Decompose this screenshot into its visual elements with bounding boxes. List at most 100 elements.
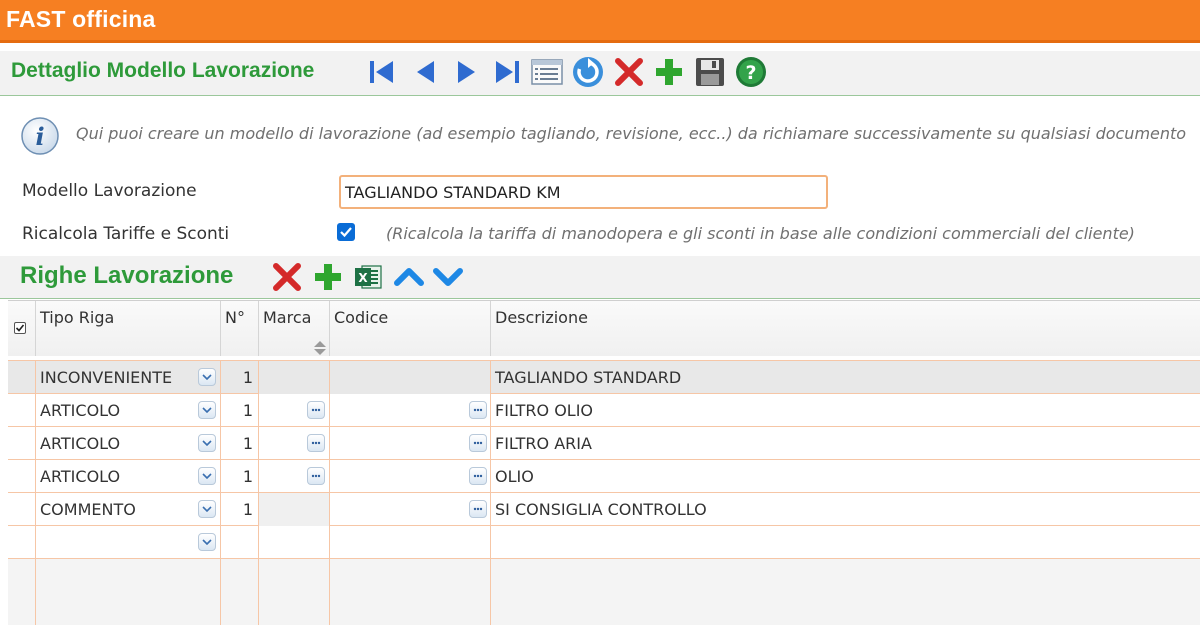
codice-cell — [330, 361, 491, 394]
tipo-cell[interactable]: ARTICOLO — [36, 460, 221, 493]
empty-cell — [8, 559, 36, 592]
select-all-column — [8, 301, 36, 357]
tipo-dropdown-icon[interactable] — [198, 401, 216, 419]
col-header-marca-label: Marca — [263, 308, 312, 327]
tipo-cell[interactable]: INCONVENIENTE — [36, 361, 221, 394]
list-icon[interactable] — [530, 55, 564, 89]
delete-row-icon[interactable] — [270, 260, 304, 294]
col-header-numero[interactable]: N° — [221, 301, 259, 357]
next-record-icon[interactable] — [449, 55, 483, 89]
codice-cell[interactable] — [330, 493, 491, 526]
empty-cell — [330, 559, 491, 592]
move-down-icon[interactable] — [431, 260, 465, 294]
svg-text:X: X — [358, 271, 368, 285]
table-row-new[interactable] — [8, 526, 1200, 559]
codice-lookup-icon[interactable] — [469, 467, 487, 485]
marca-cell — [259, 361, 330, 394]
app-header-bar: FAST officina — [0, 0, 1200, 43]
row-selector[interactable] — [8, 493, 36, 526]
row-selector[interactable] — [8, 526, 36, 559]
tipo-cell[interactable]: ARTICOLO — [36, 427, 221, 460]
refresh-icon[interactable] — [571, 55, 605, 89]
excel-icon[interactable]: X — [351, 260, 385, 294]
help-icon[interactable]: ? — [734, 55, 768, 89]
select-all-checkbox[interactable] — [14, 322, 26, 334]
table-row[interactable]: INCONVENIENTE 1 TAGLIANDO STANDARD — [8, 361, 1200, 394]
tipo-value: INCONVENIENTE — [40, 368, 173, 387]
info-icon: i — [20, 116, 60, 156]
ricalcola-note: (Ricalcola la tariffa di manodopera e gl… — [386, 224, 1135, 243]
table-row[interactable]: ARTICOLO 1 OLIO — [8, 460, 1200, 493]
col-header-tipo[interactable]: Tipo Riga — [36, 301, 221, 357]
tipo-dropdown-icon[interactable] — [198, 434, 216, 452]
codice-lookup-icon[interactable] — [469, 500, 487, 518]
last-record-icon[interactable] — [490, 55, 524, 89]
numero-cell[interactable]: 1 — [221, 460, 259, 493]
add-row-icon[interactable] — [311, 260, 345, 294]
codice-lookup-icon[interactable] — [469, 434, 487, 452]
tipo-value: ARTICOLO — [40, 434, 121, 453]
marca-lookup-icon[interactable] — [307, 401, 325, 419]
row-selector[interactable] — [8, 394, 36, 427]
col-header-codice[interactable]: Codice — [330, 301, 491, 357]
descrizione-cell[interactable]: FILTRO ARIA — [491, 427, 1200, 460]
numero-cell[interactable]: 1 — [221, 361, 259, 394]
col-header-descrizione[interactable]: Descrizione — [491, 301, 1200, 357]
previous-record-icon[interactable] — [408, 55, 442, 89]
descrizione-cell[interactable]: OLIO — [491, 460, 1200, 493]
numero-cell[interactable]: 1 — [221, 427, 259, 460]
tipo-dropdown-icon[interactable] — [198, 368, 216, 386]
delete-icon[interactable] — [612, 55, 646, 89]
descrizione-cell[interactable]: TAGLIANDO STANDARD — [491, 361, 1200, 394]
col-header-marca[interactable]: Marca — [259, 301, 330, 357]
table-row[interactable]: COMMENTO 1 SI CONSIGLIA CONTROLLO — [8, 493, 1200, 526]
modello-input[interactable]: TAGLIANDO STANDARD KM — [339, 175, 828, 209]
empty-cell — [221, 559, 259, 592]
first-record-icon[interactable] — [365, 55, 399, 89]
descrizione-cell[interactable] — [491, 526, 1200, 559]
codice-cell[interactable] — [330, 460, 491, 493]
table-row[interactable]: ARTICOLO 1 FILTRO OLIO — [8, 394, 1200, 427]
info-text: Qui puoi creare un modello di lavorazion… — [76, 124, 1187, 143]
tipo-dropdown-icon[interactable] — [198, 533, 216, 551]
row-selector[interactable] — [8, 460, 36, 493]
marca-lookup-icon[interactable] — [307, 434, 325, 452]
empty-cell — [36, 592, 221, 625]
numero-cell[interactable] — [221, 526, 259, 559]
codice-lookup-icon[interactable] — [469, 401, 487, 419]
svg-text:i: i — [35, 122, 44, 151]
empty-cell — [259, 592, 330, 625]
descrizione-cell[interactable]: FILTRO OLIO — [491, 394, 1200, 427]
tipo-dropdown-icon[interactable] — [198, 467, 216, 485]
codice-cell[interactable] — [330, 526, 491, 559]
ricalcola-checkbox[interactable] — [337, 223, 355, 241]
codice-cell[interactable] — [330, 427, 491, 460]
tipo-cell[interactable]: COMMENTO — [36, 493, 221, 526]
numero-cell[interactable]: 1 — [221, 394, 259, 427]
page-title: Dettaglio Modello Lavorazione — [11, 59, 315, 82]
save-icon[interactable] — [693, 55, 727, 89]
numero-cell[interactable]: 1 — [221, 493, 259, 526]
marca-cell[interactable] — [259, 526, 330, 559]
marca-cell[interactable] — [259, 427, 330, 460]
tipo-value: COMMENTO — [40, 500, 136, 519]
tipo-dropdown-icon[interactable] — [198, 500, 216, 518]
empty-cell — [221, 592, 259, 625]
empty-cell — [8, 592, 36, 625]
marca-cell[interactable] — [259, 394, 330, 427]
tipo-cell[interactable] — [36, 526, 221, 559]
tipo-value: ARTICOLO — [40, 467, 121, 486]
table-row[interactable]: ARTICOLO 1 FILTRO ARIA — [8, 427, 1200, 460]
add-icon[interactable] — [652, 55, 686, 89]
descrizione-cell[interactable]: SI CONSIGLIA CONTROLLO — [491, 493, 1200, 526]
move-up-icon[interactable] — [392, 260, 426, 294]
marca-cell[interactable] — [259, 460, 330, 493]
tipo-cell[interactable]: ARTICOLO — [36, 394, 221, 427]
svg-text:?: ? — [745, 62, 756, 84]
row-selector[interactable] — [8, 427, 36, 460]
marca-lookup-icon[interactable] — [307, 467, 325, 485]
row-selector[interactable] — [8, 361, 36, 394]
grid-header: Tipo Riga N° Marca Codice Descrizione — [8, 300, 1200, 357]
sort-icon[interactable] — [313, 339, 327, 357]
codice-cell[interactable] — [330, 394, 491, 427]
